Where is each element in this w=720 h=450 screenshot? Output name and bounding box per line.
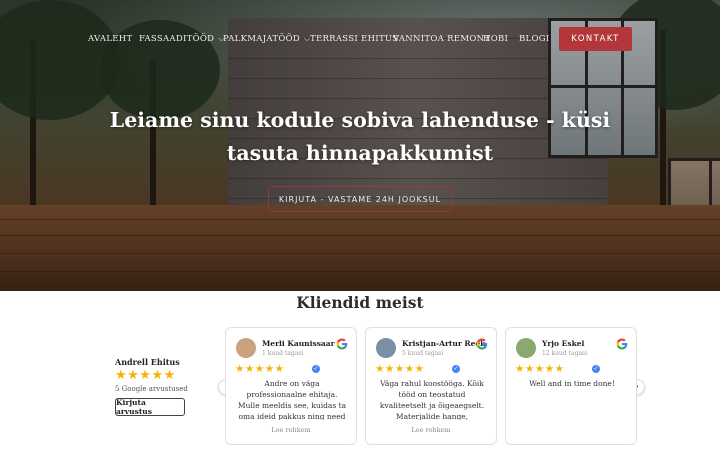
reviews-summary: Andrell Ehitus ★★★★★ 5 Google arvustused — [115, 357, 225, 393]
hero-cta-button[interactable]: KIRJUTA - VASTAME 24H JOOKSUL — [268, 186, 452, 212]
main-nav: AVALEHT FASSAADITÖÖD ⌵ PALKMAJATÖÖD ⌵ TERR… — [0, 0, 720, 80]
nav-item-label: PALKMAJATÖÖD — [223, 34, 301, 44]
review-text: Väga rahul koostööga. Kõik tööd on teost… — [379, 379, 485, 420]
nav-item-avaleht[interactable]: AVALEHT — [88, 34, 132, 44]
business-name: Andrell Ehitus — [115, 357, 180, 367]
read-more-link[interactable]: Loe rohkem — [226, 426, 356, 434]
nav-item-label: AVALEHT — [88, 34, 133, 44]
verified-icon: ✓ — [312, 365, 320, 373]
review-stars: ★★★★★ — [515, 363, 565, 375]
google-icon — [336, 338, 348, 350]
review-time: 12 kuud tagasi — [542, 350, 588, 357]
avatar — [376, 338, 396, 358]
review-text: Well and in time done! — [529, 379, 615, 388]
nav-item-label: VANNITOA REMONT — [393, 34, 491, 44]
nav-item-label: BLOGI — [519, 34, 550, 44]
reviewer-name: Yrjo Eskel — [542, 339, 585, 348]
review-count: 5 Google arvustused — [115, 385, 188, 393]
write-review-button[interactable]: Kirjuta arvustus — [115, 398, 185, 416]
review-card: Merli Kaunissaar 1 kuud tagasi ★★★★★ ✓ A… — [225, 327, 357, 445]
rating-stars: ★★★★★ — [115, 368, 176, 383]
reviewer-name: Merli Kaunissaar — [262, 339, 335, 348]
nav-item-fassaaditood[interactable]: FASSAADITÖÖD ⌵ — [139, 34, 225, 44]
review-stars: ★★★★★ — [375, 363, 425, 375]
nav-item-terrassi-ehitus[interactable]: TERRASSI EHITUS — [310, 34, 399, 44]
nav-item-vannitoa-remont[interactable]: VANNITOA REMONT — [393, 34, 490, 44]
review-time: 1 kuud tagasi — [262, 350, 304, 357]
nav-item-label: FASSAADITÖÖD — [139, 34, 215, 44]
review-card: Kristjan-Artur Reek 5 kuud tagasi ★★★★★ … — [365, 327, 497, 445]
avatar — [236, 338, 256, 358]
google-icon — [476, 338, 488, 350]
review-card: Yrjo Eskel 12 kuud tagasi ★★★★★ ✓ Well a… — [505, 327, 637, 445]
review-text: Andre on väga professionaalne ehitaja. M… — [237, 379, 347, 420]
contact-button[interactable]: KONTAKT — [559, 27, 632, 51]
reviews-section-title: Kliendid meist — [296, 293, 424, 312]
nav-item-label: TERRASSI EHITUS — [310, 34, 399, 44]
google-icon — [616, 338, 628, 350]
nav-item-label: HOBI — [483, 34, 509, 44]
verified-icon: ✓ — [452, 365, 460, 373]
reviewer-name: Kristjan-Artur Reek — [402, 339, 486, 348]
hero-title: Leiame sinu kodule sobiva lahenduse - kü… — [109, 108, 611, 165]
review-stars: ★★★★★ — [235, 363, 285, 375]
nav-item-hobi[interactable]: HOBI — [483, 34, 508, 44]
nav-item-blogi[interactable]: BLOGI — [519, 34, 550, 44]
verified-icon: ✓ — [592, 365, 600, 373]
avatar — [516, 338, 536, 358]
review-time: 5 kuud tagasi — [402, 350, 444, 357]
read-more-link[interactable]: Loe rohkem — [366, 426, 496, 434]
nav-item-palkmajatood[interactable]: PALKMAJATÖÖD ⌵ — [223, 34, 310, 44]
